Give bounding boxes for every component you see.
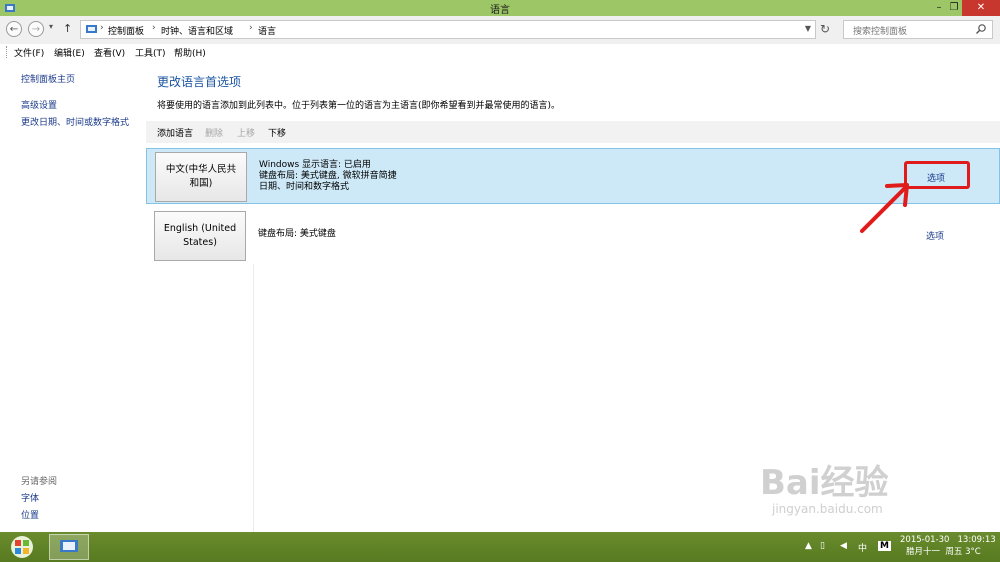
language-info: Windows 显示语言: 已启用 键盘布局: 美式键盘, 微软拼音简捷 日期、… bbox=[259, 160, 397, 193]
address-bar[interactable]: › 控制面板 › 时钟、语言和区域 › 语言 ▼ bbox=[80, 20, 816, 39]
navigation-bar: ← → ▾ ↑ › 控制面板 › 时钟、语言和区域 › 语言 ▼ ↻ 搜索控制面… bbox=[0, 16, 1000, 44]
network-icon[interactable]: ▯ bbox=[820, 541, 825, 551]
breadcrumb-language[interactable]: 语言 bbox=[258, 24, 276, 37]
language-info: 键盘布局: 美式键盘 bbox=[258, 229, 336, 240]
clock-time: 13:09:13 bbox=[957, 535, 996, 545]
keyboard-layout: 键盘布局: 美式键盘 bbox=[258, 229, 336, 239]
date-time-format: 日期、时间和数字格式 bbox=[259, 182, 350, 192]
language-toolbar: 添加语言 删除 上移 下移 bbox=[146, 121, 1000, 143]
recent-pages-icon[interactable]: ▾ bbox=[49, 22, 53, 31]
search-icon[interactable] bbox=[975, 23, 987, 35]
language-button-english[interactable]: English (United States) bbox=[154, 211, 246, 261]
control-panel-icon bbox=[86, 25, 97, 33]
breadcrumb-separator-icon: › bbox=[152, 23, 156, 33]
page-description: 将要使用的语言添加到此列表中。位于列表第一位的语言为主语言(即你希望看到并最常使… bbox=[157, 101, 561, 111]
remove-button[interactable]: 删除 bbox=[205, 126, 223, 139]
see-also-link-location[interactable]: 位置 bbox=[21, 508, 39, 521]
page-title: 更改语言首选项 bbox=[157, 75, 242, 89]
display-language-status: Windows 显示语言: 已启用 bbox=[259, 160, 371, 170]
forward-button[interactable]: → bbox=[28, 21, 44, 37]
baidu-watermark: Bai经验 bbox=[760, 463, 889, 503]
breadcrumb-clock-language-region[interactable]: 时钟、语言和区域 bbox=[161, 24, 233, 37]
see-also-link-fonts[interactable]: 字体 bbox=[21, 491, 39, 504]
volume-icon[interactable]: ◀ bbox=[840, 541, 847, 551]
keyboard-layout: 键盘布局: 美式键盘, 微软拼音简捷 bbox=[259, 171, 397, 181]
language-name: English (United States) bbox=[163, 223, 237, 248]
breadcrumb-separator-icon: › bbox=[249, 23, 253, 33]
sidebar-link-change-date-time-format[interactable]: 更改日期、时间或数字格式 bbox=[21, 115, 129, 128]
clock[interactable]: 2015-01-30 13:09:13 腊月十一 周五 3°C bbox=[900, 534, 996, 558]
add-language-button[interactable]: 添加语言 bbox=[157, 126, 193, 139]
back-button[interactable]: ← bbox=[6, 21, 22, 37]
breadcrumb-separator-icon: › bbox=[100, 23, 104, 33]
sidebar-link-advanced-settings[interactable]: 高级设置 bbox=[21, 98, 57, 111]
sidebar-link-control-panel-home[interactable]: 控制面板主页 bbox=[21, 72, 75, 85]
move-down-button[interactable]: 下移 bbox=[268, 126, 286, 139]
options-link-english[interactable]: 选项 bbox=[926, 229, 944, 242]
sidebar: 控制面板主页 高级设置 更改日期、时间或数字格式 另请参阅 字体 位置 bbox=[0, 60, 138, 532]
menu-view[interactable]: 查看(V) bbox=[94, 46, 125, 59]
red-arrow-icon bbox=[860, 183, 909, 233]
show-hidden-icons[interactable]: ▲ bbox=[805, 541, 812, 551]
title-bar: 语言 – ❐ ✕ bbox=[0, 0, 1000, 16]
close-button[interactable]: ✕ bbox=[962, 0, 1000, 16]
see-also-title: 另请参阅 bbox=[21, 477, 58, 487]
breadcrumb-control-panel[interactable]: 控制面板 bbox=[108, 24, 144, 37]
search-input[interactable]: 搜索控制面板 bbox=[853, 24, 907, 37]
up-button[interactable]: ↑ bbox=[63, 22, 72, 35]
move-up-button[interactable]: 上移 bbox=[237, 126, 255, 139]
menu-bar: 文件(F) 编辑(E) 查看(V) 工具(T) 帮助(H) bbox=[0, 44, 1000, 61]
language-name: 中文(中华人民共和国) bbox=[165, 164, 237, 189]
ime-language-indicator[interactable]: 中 bbox=[858, 541, 867, 554]
clock-date: 2015-01-30 bbox=[900, 535, 950, 545]
taskbar: ▲ ▯ ◀ 中 M 2015-01-30 13:09:13 腊月十一 周五 3°… bbox=[0, 532, 1000, 562]
clock-weekday-temp: 周五 3°C bbox=[945, 547, 981, 557]
chevron-down-icon[interactable]: ▼ bbox=[805, 24, 811, 33]
toolbar-grip bbox=[6, 46, 8, 58]
window-title: 语言 bbox=[490, 5, 510, 16]
menu-file[interactable]: 文件(F) bbox=[14, 46, 44, 59]
clock-lunar-date: 腊月十一 bbox=[906, 547, 941, 557]
baidu-watermark-url: jingyan.baidu.com bbox=[772, 502, 883, 516]
control-panel-icon bbox=[60, 540, 78, 552]
menu-tools[interactable]: 工具(T) bbox=[135, 46, 166, 59]
menu-help[interactable]: 帮助(H) bbox=[174, 46, 206, 59]
refresh-icon[interactable]: ↻ bbox=[820, 22, 832, 36]
language-button-chinese[interactable]: 中文(中华人民共和国) bbox=[155, 152, 247, 202]
ime-mode-indicator[interactable]: M bbox=[878, 541, 891, 551]
start-orb-icon[interactable] bbox=[9, 535, 35, 559]
taskbar-control-panel[interactable] bbox=[49, 534, 89, 560]
menu-edit[interactable]: 编辑(E) bbox=[54, 46, 85, 59]
search-box[interactable]: 搜索控制面板 bbox=[843, 20, 993, 39]
